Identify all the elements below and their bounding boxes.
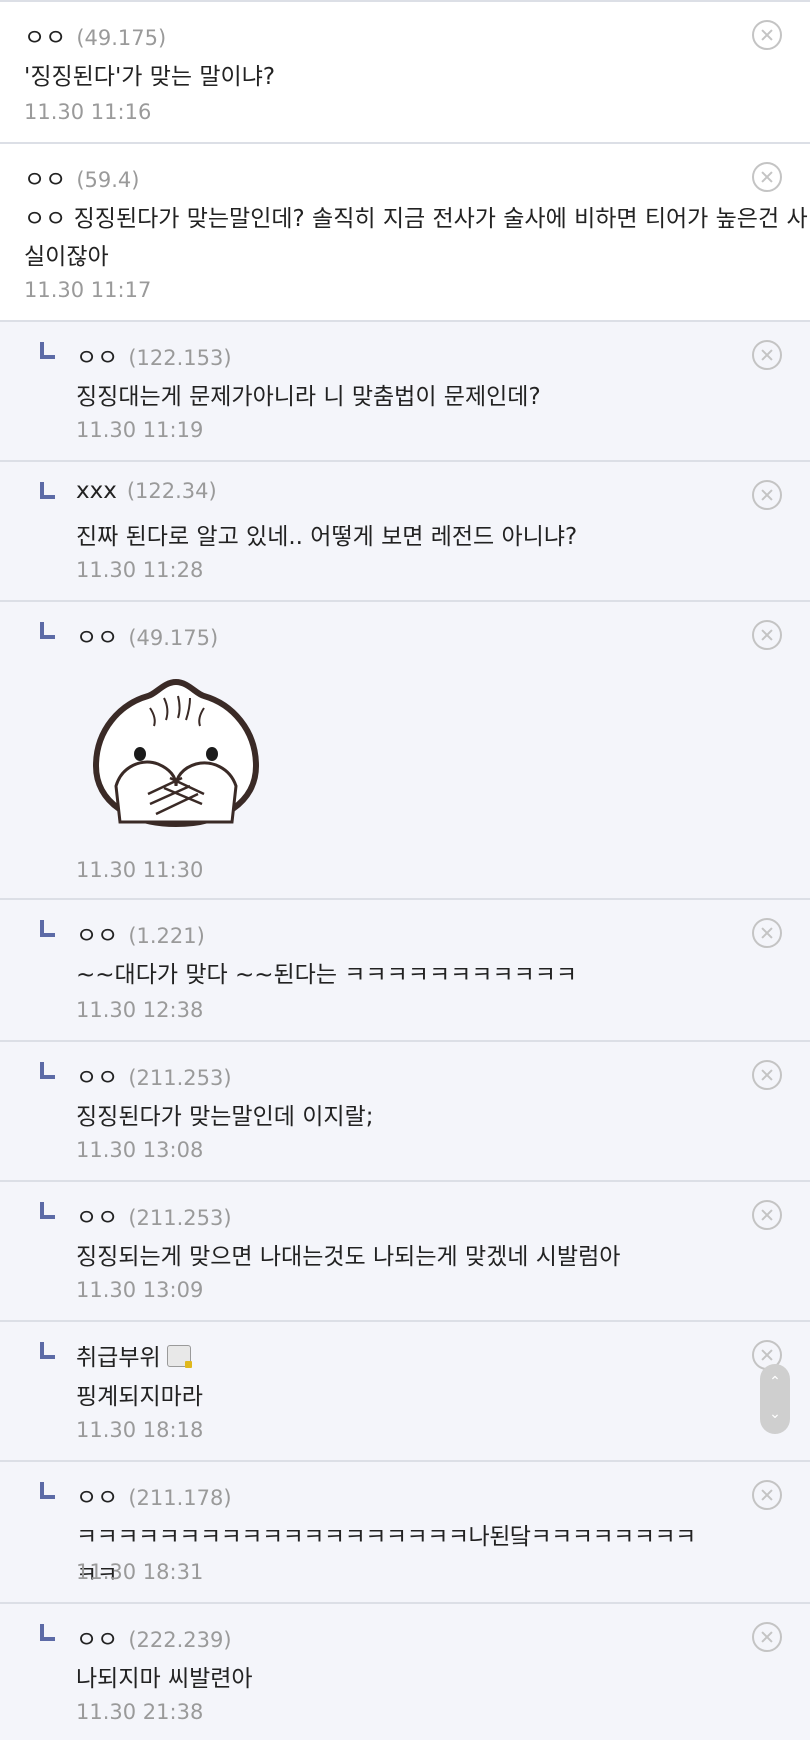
comment-header: xxx (122.34) xyxy=(76,478,217,504)
comment-text: 나되지마 씨발련아 xyxy=(76,1666,253,1692)
comment-time: 11.30 21:38 xyxy=(76,1700,204,1724)
comment-author[interactable]: ㅇㅇ xyxy=(76,1485,118,1511)
reply-arrow-icon xyxy=(40,1482,55,1499)
reply-arrow-icon xyxy=(40,1624,55,1641)
comment-time: 11.30 11:19 xyxy=(76,418,204,442)
comment-author[interactable]: 취급부위 xyxy=(76,1345,161,1371)
delete-icon[interactable] xyxy=(752,1480,782,1510)
comment-time: 11.30 12:38 xyxy=(76,998,204,1022)
reply-item: 취급부위 핑계되지마라 11.30 18:18 xyxy=(0,1320,810,1460)
comment-ip: (211.253) xyxy=(128,1066,232,1090)
reply-arrow-icon xyxy=(40,920,55,937)
comment-ip: (122.153) xyxy=(128,346,232,370)
reply-arrow-icon xyxy=(40,1342,55,1359)
comment-author[interactable]: ㅇㅇ xyxy=(24,25,66,51)
comment-header: ㅇㅇ (211.178) xyxy=(76,1478,232,1512)
comment-author[interactable]: ㅇㅇ xyxy=(76,1627,118,1653)
comment-text: 핑계되지마라 xyxy=(76,1384,203,1410)
reply-item: xxx (122.34) 진짜 된다로 알고 있네.. 어떻게 보면 레전드 아니… xyxy=(0,460,810,600)
scroll-up-icon[interactable]: ⌃ xyxy=(760,1372,790,1392)
comment-list: ㅇㅇ (49.175) '징징된다'가 맞는 말이냐? 11.30 11:16 ㅇ… xyxy=(0,0,810,1740)
reply-item: ㅇㅇ (222.239) 나되지마 씨발련아 11.30 21:38 xyxy=(0,1602,810,1740)
comment-text: 징징대는게 문제가아니라 니 맞춤법이 문제인데? xyxy=(76,384,541,410)
comment-author[interactable]: xxx xyxy=(76,478,117,504)
delete-icon[interactable] xyxy=(752,340,782,370)
reply-arrow-icon xyxy=(40,1202,55,1219)
comment-ip: (211.253) xyxy=(128,1206,232,1230)
comment-time: 11.30 11:28 xyxy=(76,558,204,582)
comment-ip: (211.178) xyxy=(128,1486,232,1510)
comment-header: ㅇㅇ (49.175) xyxy=(76,618,218,652)
reply-arrow-icon xyxy=(40,482,55,499)
delete-icon[interactable] xyxy=(752,162,782,192)
delete-icon[interactable] xyxy=(752,480,782,510)
comment-author[interactable]: ㅇㅇ xyxy=(76,625,118,651)
reply-item: ㅇㅇ (211.253) 징징되는게 맞으면 나대는것도 나되는게 맞겠네 시발럼… xyxy=(0,1180,810,1320)
comment-ip: (49.175) xyxy=(128,626,219,650)
comment-time: 11.30 13:09 xyxy=(76,1278,204,1302)
comment-item: ㅇㅇ (59.4) ㅇㅇ 징징된다가 맞는말인데? 솔직히 지금 전사가 술사에 … xyxy=(0,142,810,320)
comment-header: ㅇㅇ (59.4) xyxy=(24,160,139,194)
reply-arrow-icon xyxy=(40,342,55,359)
comment-header: ㅇㅇ (211.253) xyxy=(76,1198,232,1232)
comment-time: 11.30 11:30 xyxy=(76,858,204,882)
comment-author[interactable]: ㅇㅇ xyxy=(76,923,118,949)
comment-time: 11.30 11:17 xyxy=(24,278,152,302)
comment-time: 11.30 11:16 xyxy=(24,100,152,124)
scroll-down-icon[interactable]: ⌄ xyxy=(760,1404,790,1424)
delete-icon[interactable] xyxy=(752,918,782,948)
comment-time: 11.30 18:31 xyxy=(76,1560,204,1584)
dumpling-sticker-image[interactable] xyxy=(86,674,266,834)
reply-item: ㅇㅇ (211.253) 징징된다가 맞는말인데 이지랄; 11.30 13:08 xyxy=(0,1040,810,1180)
comment-ip: (222.239) xyxy=(128,1628,232,1652)
reply-item: ㅇㅇ (211.178) ㅋㅋㅋㅋㅋㅋㅋㅋㅋㅋㅋㅋㅋㅋㅋㅋㅋㅋㅋ나된닼ㅋㅋㅋㅋㅋㅋ… xyxy=(0,1460,810,1602)
comment-header: 취급부위 xyxy=(76,1338,192,1372)
delete-icon[interactable] xyxy=(752,1060,782,1090)
comment-text: 진짜 된다로 알고 있네.. 어떻게 보면 레전드 아니냐? xyxy=(76,524,578,550)
comment-author[interactable]: ㅇㅇ xyxy=(76,345,118,371)
reply-arrow-icon xyxy=(40,1062,55,1079)
comment-text: 징징된다가 맞는말인데 이지랄; xyxy=(76,1104,374,1130)
comment-header: ㅇㅇ (1.221) xyxy=(76,916,205,950)
comment-author[interactable]: ㅇㅇ xyxy=(24,167,66,193)
comment-header: ㅇㅇ (211.253) xyxy=(76,1058,232,1092)
delete-icon[interactable] xyxy=(752,1200,782,1230)
comment-header: ㅇㅇ (49.175) xyxy=(24,18,166,52)
comment-header: ㅇㅇ (222.239) xyxy=(76,1620,232,1654)
comment-time: 11.30 13:08 xyxy=(76,1138,204,1162)
comment-text: 징징되는게 맞으면 나대는것도 나되는게 맞겠네 시발럼아 xyxy=(76,1244,621,1270)
member-icon xyxy=(166,1345,192,1368)
comment-text: ㅇㅇ 징징된다가 맞는말인데? 솔직히 지금 전사가 술사에 비하면 티어가 높… xyxy=(24,206,808,270)
delete-icon[interactable] xyxy=(752,1622,782,1652)
comment-text: '징징된다'가 맞는 말이냐? xyxy=(24,64,276,90)
reply-item: ㅇㅇ (49.175) 11.30 11:30 xyxy=(0,600,810,898)
comment-author[interactable]: ㅇㅇ xyxy=(76,1065,118,1091)
delete-icon[interactable] xyxy=(752,620,782,650)
comment-text: ~~대다가 맞다 ~~된다는 ㅋㅋㅋㅋㅋㅋㅋㅋㅋㅋㅋ xyxy=(76,962,578,988)
comment-author[interactable]: ㅇㅇ xyxy=(76,1205,118,1231)
comment-ip: (49.175) xyxy=(76,26,167,50)
comment-header: ㅇㅇ (122.153) xyxy=(76,338,232,372)
reply-item: ㅇㅇ (1.221) ~~대다가 맞다 ~~된다는 ㅋㅋㅋㅋㅋㅋㅋㅋㅋㅋㅋ 11.… xyxy=(0,898,810,1040)
comment-item: ㅇㅇ (49.175) '징징된다'가 맞는 말이냐? 11.30 11:16 xyxy=(0,0,810,142)
reply-item: ㅇㅇ (122.153) 징징대는게 문제가아니라 니 맞춤법이 문제인데? 11… xyxy=(0,320,810,460)
comment-time: 11.30 18:18 xyxy=(76,1418,204,1442)
delete-icon[interactable] xyxy=(752,20,782,50)
comment-ip: (59.4) xyxy=(76,168,140,192)
scroll-nav-widget: ⌃ ⌄ xyxy=(760,1364,790,1434)
reply-arrow-icon xyxy=(40,622,55,639)
comment-ip: (122.34) xyxy=(126,479,217,503)
comment-ip: (1.221) xyxy=(128,924,205,948)
